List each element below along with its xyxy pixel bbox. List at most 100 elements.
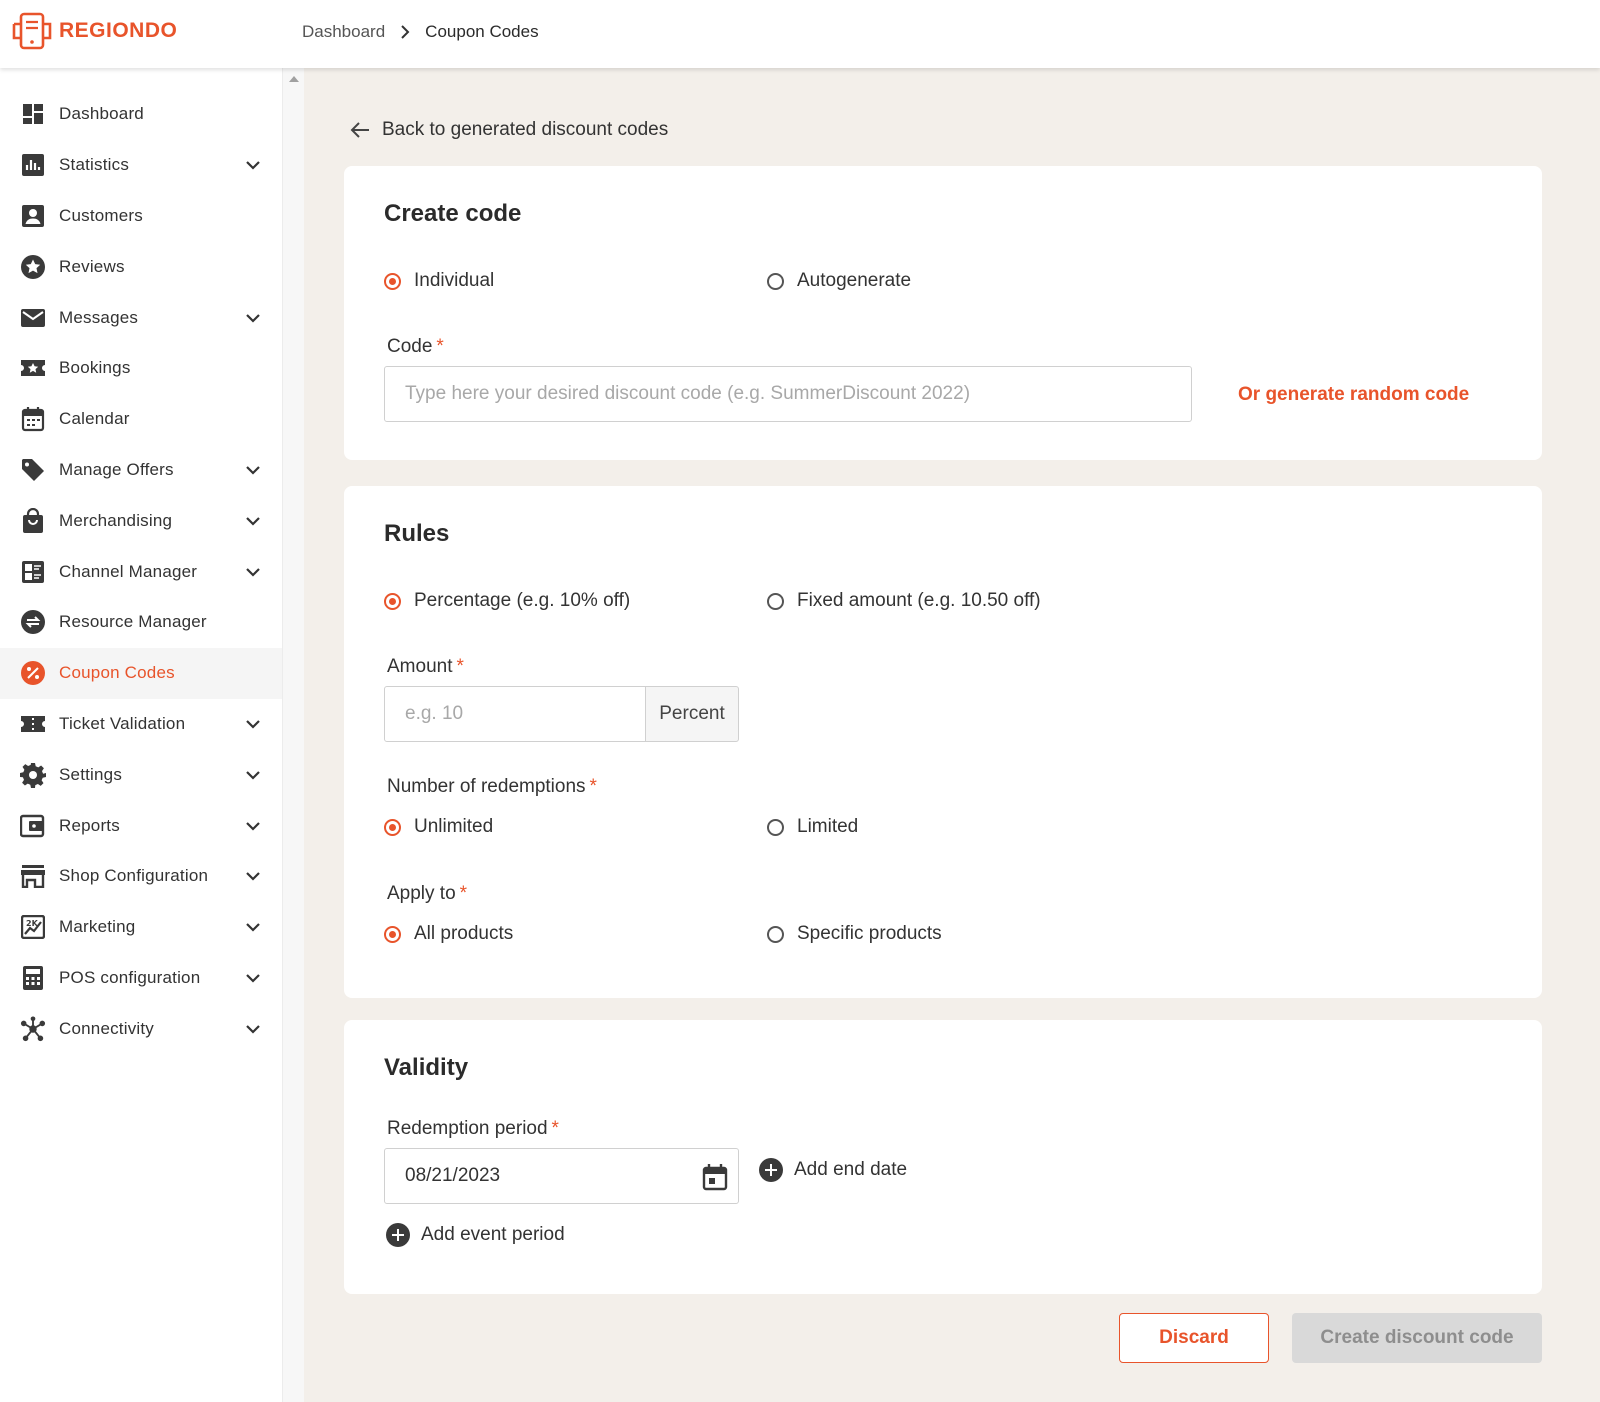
sidebar-item-label: Calendar	[59, 409, 130, 429]
dashboard-icon	[20, 101, 46, 127]
amount-label-text: Amount	[387, 656, 453, 677]
start-date-input[interactable]: 08/21/2023	[384, 1148, 739, 1204]
sidebar-item-label: Manage Offers	[59, 459, 174, 479]
radio-selected-icon	[384, 272, 401, 290]
chevron-down-icon[interactable]	[244, 156, 262, 174]
sidebar-item-label: Merchandising	[59, 510, 173, 530]
hub-icon	[20, 1016, 46, 1042]
sidebar-item-bookings[interactable]: Bookings	[0, 343, 282, 394]
sidebar-item-manage-offers[interactable]: Manage Offers	[0, 445, 282, 496]
brand-name: REGIONDO	[59, 19, 178, 42]
regiondo-logo[interactable]: REGIONDO	[12, 12, 177, 50]
sidebar-item-coupon-codes[interactable]: Coupon Codes	[0, 647, 282, 699]
sidebar-item-label: Resource Manager	[59, 612, 207, 632]
radio-selected-icon	[384, 818, 401, 836]
radio-label: Percentage (e.g. 10% off)	[414, 590, 631, 611]
chevron-down-icon[interactable]	[244, 309, 262, 327]
create-code-card: Create code Individual Autogenerate Code…	[344, 166, 1542, 460]
radio-label: Unlimited	[414, 816, 494, 837]
required-mark: *	[436, 336, 444, 357]
radio-limited[interactable]: Limited	[767, 816, 858, 838]
radio-percentage[interactable]: Percentage (e.g. 10% off)	[384, 590, 630, 612]
sidebar-item-label: Connectivity	[59, 1018, 154, 1038]
radio-label: Autogenerate	[797, 270, 912, 291]
breadcrumb-dashboard[interactable]: Dashboard	[302, 22, 385, 42]
chevron-down-icon[interactable]	[244, 715, 262, 733]
sidebar-item-ticket-validation[interactable]: Ticket Validation	[0, 699, 282, 750]
sidebar-item-calendar[interactable]: Calendar	[0, 394, 282, 445]
chevron-down-icon[interactable]	[244, 817, 262, 835]
gear-icon	[20, 762, 46, 788]
ticket-icon	[20, 711, 46, 737]
sidebar-item-channel-manager[interactable]: Channel Manager	[0, 546, 282, 597]
amount-label: Amount *	[387, 656, 464, 678]
discard-button[interactable]: Discard	[1119, 1313, 1269, 1363]
chevron-down-icon[interactable]	[244, 461, 262, 479]
create-code-title: Create code	[384, 200, 522, 227]
chevron-down-icon[interactable]	[244, 969, 262, 987]
sidebar-item-label: Messages	[59, 307, 139, 327]
chevron-down-icon[interactable]	[244, 867, 262, 885]
radio-unselected-icon	[767, 818, 784, 836]
back-link[interactable]: Back to generated discount codes	[348, 118, 668, 142]
breadcrumb: Dashboard Coupon Codes	[302, 22, 539, 42]
calendar-icon[interactable]	[702, 1163, 728, 1191]
sidebar-item-resource-manager[interactable]: Resource Manager	[0, 597, 282, 648]
sidebar-item-pos-configuration[interactable]: POS configuration	[0, 953, 282, 1004]
radio-specific-products[interactable]: Specific products	[767, 923, 942, 945]
sidebar-item-connectivity[interactable]: Connectivity	[0, 1003, 282, 1054]
scroll-up-arrow-icon[interactable]	[289, 76, 299, 82]
radio-selected-icon	[384, 925, 401, 943]
redemption-period-label: Redemption period *	[387, 1118, 559, 1140]
redemption-period-label-text: Redemption period	[387, 1118, 548, 1139]
radio-unselected-icon	[767, 592, 784, 610]
sidebar-scrollbar[interactable]	[282, 68, 304, 1402]
amount-input[interactable]: e.g. 10	[384, 686, 646, 742]
radio-label: Individual	[414, 270, 495, 291]
chevron-down-icon[interactable]	[244, 563, 262, 581]
radio-label: All products	[414, 923, 514, 944]
sidebar-item-reports[interactable]: Reports	[0, 800, 282, 851]
sidebar-item-label: Channel Manager	[59, 561, 198, 581]
tag-icon	[20, 457, 46, 483]
radio-individual[interactable]: Individual	[384, 270, 494, 292]
radio-unlimited[interactable]: Unlimited	[384, 816, 493, 838]
sidebar-item-reviews[interactable]: Reviews	[0, 241, 282, 292]
radio-all-products[interactable]: All products	[384, 923, 513, 945]
create-discount-code-button[interactable]: Create discount code	[1292, 1313, 1542, 1363]
add-event-period-button[interactable]: Add event period	[386, 1223, 565, 1247]
radio-fixed-amount[interactable]: Fixed amount (e.g. 10.50 off)	[767, 590, 1041, 612]
plus-circle-icon	[759, 1158, 783, 1182]
sidebar-item-shop-configuration[interactable]: Shop Configuration	[0, 851, 282, 902]
swap-icon	[20, 609, 46, 635]
radio-label: Fixed amount (e.g. 10.50 off)	[797, 590, 1041, 611]
sidebar-item-messages[interactable]: Messages	[0, 292, 282, 343]
required-mark: *	[589, 776, 597, 797]
sidebar-item-label: POS configuration	[59, 967, 201, 987]
chevron-down-icon[interactable]	[244, 512, 262, 530]
chevron-down-icon[interactable]	[244, 766, 262, 784]
apply-to-label-text: Apply to	[387, 883, 456, 904]
plus-circle-icon	[386, 1223, 410, 1247]
chevron-down-icon[interactable]	[244, 918, 262, 936]
sidebar-item-statistics[interactable]: Statistics	[0, 140, 282, 191]
add-end-date-button[interactable]: Add end date	[759, 1158, 907, 1182]
sidebar-item-customers[interactable]: Customers	[0, 191, 282, 242]
star-icon	[20, 254, 46, 280]
sidebar-item-merchandising[interactable]: Merchandising	[0, 495, 282, 546]
radio-autogenerate[interactable]: Autogenerate	[767, 270, 911, 292]
code-input[interactable]: Type here your desired discount code (e.…	[384, 366, 1192, 422]
chevron-down-icon[interactable]	[244, 1020, 262, 1038]
rules-card: Rules Percentage (e.g. 10% off) Fixed am…	[344, 486, 1542, 998]
generate-random-code-link[interactable]: Or generate random code	[1238, 384, 1469, 406]
radio-unselected-icon	[767, 925, 784, 943]
rules-title: Rules	[384, 520, 450, 547]
sidebar-item-marketing[interactable]: 2K Marketing	[0, 902, 282, 953]
sidebar-item-dashboard[interactable]: Dashboard	[0, 89, 282, 140]
sidebar-item-settings[interactable]: Settings	[0, 749, 282, 800]
apply-to-label: Apply to *	[387, 883, 467, 905]
sidebar-item-label: Reports	[59, 815, 120, 835]
amount-unit-addon: Percent	[645, 686, 739, 742]
redemptions-label: Number of redemptions *	[387, 776, 597, 798]
validity-title: Validity	[384, 1054, 469, 1081]
